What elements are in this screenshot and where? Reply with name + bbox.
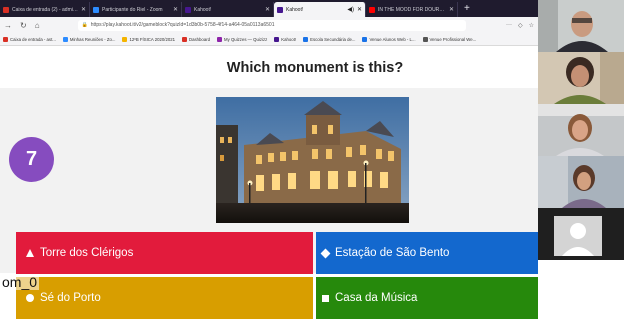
video-participants-panel [538,0,624,301]
more-icon[interactable]: ··· [506,22,512,29]
quizizz-icon [217,36,223,42]
close-icon[interactable]: ✕ [449,6,454,13]
zoom-icon [93,6,99,13]
video-tile-participant-5[interactable] [538,208,624,260]
monument-image [216,97,409,223]
close-icon[interactable]: ✕ [357,6,362,13]
venue-icon [362,36,368,42]
answer-label: Estação de São Bento [335,247,450,259]
gmail-icon [3,6,9,13]
bookmark-item[interactable]: Caixa de entrada - ast... [3,36,56,42]
lock-icon: 🔒 [81,22,88,28]
answer-label: Torre dos Clérigos [40,247,134,259]
participant-video [538,156,624,208]
video-tile-participant-1[interactable] [538,0,624,52]
close-icon[interactable]: ✕ [173,6,178,13]
bookmark-label: Caixa de entrada - ast... [10,36,56,42]
bookmarks-bar: Caixa de entrada - ast... Minhas Reuniõe… [0,33,538,46]
kahoot-icon [277,6,283,13]
home-icon[interactable]: ⌂ [35,21,40,30]
address-bar[interactable]: 🔒 https://play.kahoot.it/v2/gameblock?qu… [77,19,466,31]
monument-photo [216,97,409,223]
video-tile-participant-4[interactable] [538,156,624,208]
bookmark-item[interactable]: Minhas Reuniões - Zo... [62,36,116,42]
forward-icon[interactable]: → [4,21,12,30]
close-icon[interactable]: ✕ [265,6,270,13]
video-tile-participant-3[interactable] [538,104,624,156]
browser-tab-gmail[interactable]: Caixa de entrada (2) - admin@... ✕ [0,2,90,17]
tab-label: Kahoot! [194,6,212,13]
school-icon [303,36,309,42]
answer-label: Casa da Música [335,292,418,304]
bookmark-label: Escola Secundária de... [310,36,356,42]
browser-tab-youtube[interactable]: IN THE MOOD FOR DOURO | ... ✕ [366,2,458,17]
bookmark-item[interactable]: My Quizzes — Quizizz [217,36,268,42]
bookmark-star-icon[interactable]: ☆ [529,22,534,29]
classroom-icon [122,36,128,42]
url-text: https://play.kahoot.it/v2/gameblock?quiz… [90,22,275,28]
bookmark-label: 12ºB FÍSICA 2020/2021 [129,36,176,42]
zoom-icon [62,36,68,42]
video-tile-participant-2[interactable] [538,52,624,104]
tab-label: IN THE MOOD FOR DOURO | ... [378,6,446,13]
bookmark-label: Kahoot! [281,36,297,42]
kahoot-icon [274,36,280,42]
browser-tab-zoom[interactable]: Participante do Riel - Zoom ✕ [90,2,182,17]
participant-video [538,0,624,52]
panel-empty-area [538,260,624,301]
pocket-icon[interactable]: ◇ [518,22,523,29]
kahoot-icon [185,6,191,13]
bookmark-label: Venue Profissional We... [429,36,477,42]
bookmark-item[interactable]: 12ºB FÍSICA 2020/2021 [122,36,176,42]
tab-label: Kahoot! [286,6,304,13]
answer-button-red[interactable]: Torre dos Clérigos [16,232,313,274]
gmail-icon [3,36,8,42]
speaker-icon[interactable]: ◀) [347,6,354,13]
tab-label: Caixa de entrada (2) - admin@... [12,6,78,13]
bookmark-item[interactable]: Venue Profissional We... [422,36,477,42]
dashboard-icon [182,36,188,42]
participant-video [538,52,624,104]
new-tab-button[interactable]: + [464,3,470,14]
bookmark-item[interactable]: Venue Alunos Web - L... [362,36,416,42]
bookmark-item[interactable]: Escola Secundária de... [303,36,356,42]
answer-button-yellow[interactable]: Sé do Porto [16,277,313,319]
bookmark-item[interactable]: Dashboard [182,36,211,42]
answer-label: Sé do Porto [40,292,101,304]
url-toolbar: → ↻ ⌂ 🔒 https://play.kahoot.it/v2/gamebl… [0,17,538,33]
bookmark-label: Dashboard [189,36,211,42]
answer-button-green[interactable]: Casa da Música [316,277,538,319]
participant-video [538,104,624,156]
venue-icon [422,36,428,42]
triangle-icon [26,249,34,257]
countdown-timer: 7 [9,137,54,182]
square-icon [322,294,329,302]
tab-label: Participante do Riel - Zoom [102,6,163,13]
browser-tab-kahoot[interactable]: Kahoot! ✕ [182,2,274,17]
bookmark-label: Minhas Reuniões - Zo... [69,36,116,42]
diamond-icon [320,248,331,258]
browser-tab-kahoot-active[interactable]: Kahoot! ◀) ✕ [274,2,366,17]
reload-icon[interactable]: ↻ [20,21,27,30]
browser-tab-bar: Caixa de entrada (2) - admin@... ✕ Parti… [0,0,538,17]
user-silhouette-icon [554,216,602,256]
close-icon[interactable]: ✕ [81,6,86,13]
bookmark-label: Venue Alunos Web - L... [369,36,416,42]
bookmark-label: My Quizzes — Quizizz [224,36,268,42]
question-title: Which monument is this? [226,60,404,76]
video-overlay-username: om_0 [0,274,40,290]
answer-button-blue[interactable]: Estação de São Bento [316,232,538,274]
youtube-icon [369,6,375,13]
avatar [554,216,602,256]
bookmark-item[interactable]: Kahoot! [274,36,297,42]
